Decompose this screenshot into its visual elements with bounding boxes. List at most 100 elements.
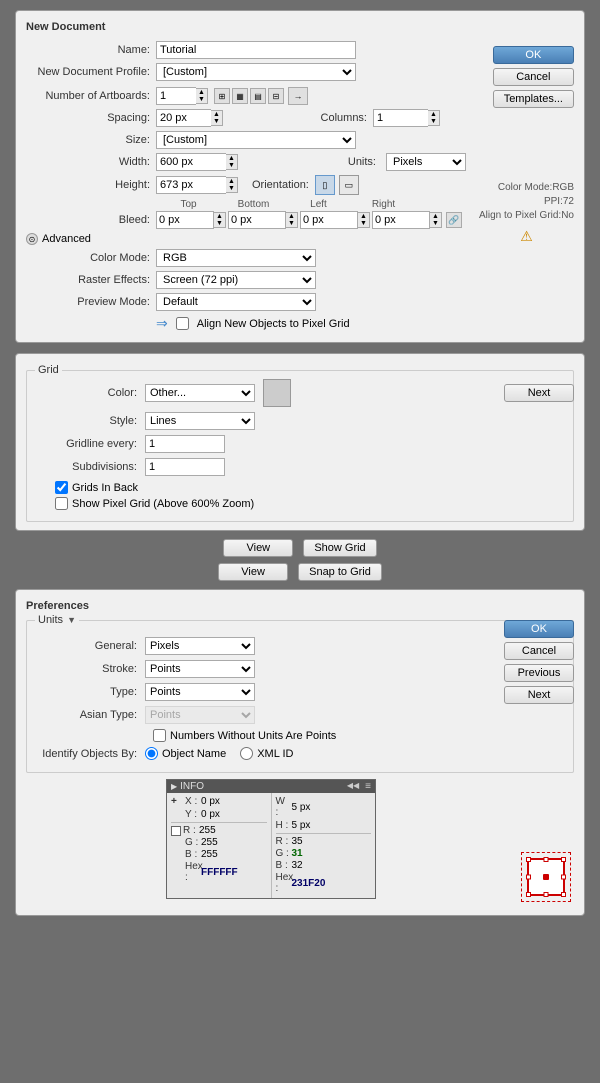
bleed-left-spinner[interactable]: ▲ ▼ — [358, 212, 370, 228]
spacing-input[interactable] — [156, 109, 211, 127]
subdivisions-label: Subdivisions: — [35, 461, 145, 473]
bleed-bottom-spinner[interactable]: ▲ ▼ — [286, 212, 298, 228]
object-name-radio[interactable] — [145, 747, 158, 760]
pref-cancel-button[interactable]: Cancel — [504, 642, 574, 660]
artboards-input[interactable] — [156, 87, 196, 105]
bleed-right-input[interactable] — [372, 211, 430, 229]
r2-label: R : — [276, 836, 290, 847]
xml-id-radio[interactable] — [240, 747, 253, 760]
snap-to-grid-button[interactable]: Snap to Grid — [298, 563, 382, 581]
size-select[interactable]: [Custom] — [156, 131, 356, 149]
name-input[interactable] — [156, 41, 356, 59]
grid-next-button-wrapper: Next — [504, 384, 574, 402]
artboard-row-icon[interactable]: ▦ — [232, 88, 248, 104]
grid-color-preview[interactable] — [263, 379, 291, 407]
stroke-label: Stroke: — [35, 663, 145, 675]
info-right-col: W : 5 px H : 5 px R : 35 G : 31 B : — [272, 793, 376, 898]
orientation-landscape[interactable]: ▭ — [339, 175, 359, 195]
templates-button[interactable]: Templates... — [493, 90, 574, 108]
width-input[interactable] — [156, 153, 226, 171]
bleed-bottom-input[interactable] — [228, 211, 286, 229]
show-pixel-grid-checkbox[interactable] — [55, 497, 68, 510]
info-title-text: INFO — [180, 781, 204, 792]
asian-type-label: Asian Type: — [35, 709, 145, 721]
hex1-label: Hex : — [185, 861, 199, 883]
align-label: Align New Objects to Pixel Grid — [197, 318, 350, 330]
view-button-2[interactable]: View — [218, 563, 288, 581]
artboard-grid-icon[interactable]: ⊞ — [214, 88, 230, 104]
new-document-dialog: New Document Name: New Document Profile:… — [15, 10, 585, 343]
bleed-right-spinner[interactable]: ▲ ▼ — [430, 212, 442, 228]
show-grid-button[interactable]: Show Grid — [303, 539, 376, 557]
info-title: ▶ INFO — [171, 781, 204, 792]
artboards-spin-up[interactable]: ▲ — [196, 89, 207, 96]
align-checkbox[interactable] — [176, 317, 189, 330]
g2-label: G : — [276, 848, 290, 859]
grid-next-button[interactable]: Next — [504, 384, 574, 402]
stroke-select[interactable]: Points — [145, 660, 255, 678]
type-label: Type: — [35, 686, 145, 698]
info-menu-button[interactable]: ≡ — [365, 781, 371, 792]
bleed-top-input[interactable] — [156, 211, 214, 229]
width-spinner[interactable]: ▲ ▼ — [226, 154, 238, 170]
preferences-title: Preferences — [26, 600, 574, 612]
grid-style-label: Style: — [35, 415, 145, 427]
bleed-top-header: Top — [156, 199, 221, 210]
type-select[interactable]: Points — [145, 683, 255, 701]
bleed-top-spinner[interactable]: ▲ ▼ — [214, 212, 226, 228]
height-input[interactable] — [156, 176, 226, 194]
w-value: 5 px — [292, 802, 311, 813]
artboard-arrange-icon[interactable]: ⊟ — [268, 88, 284, 104]
columns-spinner[interactable]: ▲ ▼ — [428, 110, 440, 126]
grid-style-select[interactable]: Lines — [145, 412, 255, 430]
advanced-section: ⊙ Advanced Color Mode: RGB Raster Effect… — [26, 233, 574, 332]
view-button-1[interactable]: View — [223, 539, 293, 557]
artboards-spin-down[interactable]: ▼ — [196, 96, 207, 103]
identify-label: Identify Objects By: — [35, 748, 145, 760]
spacing-spinner[interactable]: ▲ ▼ — [211, 110, 223, 126]
units-dropdown-arrow[interactable]: ▼ — [67, 615, 76, 625]
raster-effects-select[interactable]: Screen (72 ppi) — [156, 271, 316, 289]
artboards-label: Number of Artboards: — [26, 90, 156, 102]
handle-bl — [526, 892, 531, 897]
profile-select[interactable]: [Custom] — [156, 63, 356, 81]
artboard-col-icon[interactable]: ▤ — [250, 88, 266, 104]
handle-bm — [544, 892, 549, 897]
info-collapse-button[interactable]: ◀◀ — [347, 781, 359, 792]
bleed-left-input[interactable] — [300, 211, 358, 229]
w-label: W : — [276, 796, 290, 818]
orientation-portrait[interactable]: ▯ — [315, 175, 335, 195]
general-label: General: — [35, 640, 145, 652]
columns-input[interactable] — [373, 109, 428, 127]
color-mode-select[interactable]: RGB — [156, 249, 316, 267]
color-swatch-1 — [171, 826, 181, 836]
grid-color-select[interactable]: Other... — [145, 384, 255, 402]
grids-in-back-row: Grids In Back — [55, 481, 565, 494]
gridline-input[interactable] — [145, 435, 225, 453]
xml-id-label: XML ID — [257, 748, 293, 760]
artboards-spinner[interactable]: ▲ ▼ — [196, 88, 208, 104]
handle-mr — [561, 875, 566, 880]
pref-next-button[interactable]: Next — [504, 686, 574, 704]
crosshair-icon: + — [171, 796, 183, 807]
numbers-checkbox[interactable] — [153, 729, 166, 742]
pref-ok-button[interactable]: OK — [504, 620, 574, 638]
color-info-line1: Color Mode:RGB — [479, 181, 574, 195]
ok-button[interactable]: OK — [493, 46, 574, 64]
handle-tm — [544, 857, 549, 862]
preview-inner-square — [527, 858, 565, 896]
subdivisions-input[interactable] — [145, 458, 225, 476]
grid-color-label: Color: — [35, 387, 145, 399]
cancel-button[interactable]: Cancel — [493, 68, 574, 86]
height-spinner[interactable]: ▲ ▼ — [226, 177, 238, 193]
units-select[interactable]: Pixels — [386, 153, 466, 171]
bleed-link-icon[interactable]: 🔗 — [446, 212, 462, 228]
color-info: Color Mode:RGB PPI:72 Align to Pixel Gri… — [479, 181, 574, 247]
artboard-right-arrow[interactable]: → — [288, 87, 308, 105]
general-select[interactable]: Pixels — [145, 637, 255, 655]
pref-right-buttons: OK Cancel Previous Next — [504, 620, 574, 704]
pref-previous-button[interactable]: Previous — [504, 664, 574, 682]
grids-in-back-checkbox[interactable] — [55, 481, 68, 494]
artboard-icons: ⊞ ▦ ▤ ⊟ — [214, 88, 284, 104]
preview-mode-select[interactable]: Default — [156, 293, 316, 311]
